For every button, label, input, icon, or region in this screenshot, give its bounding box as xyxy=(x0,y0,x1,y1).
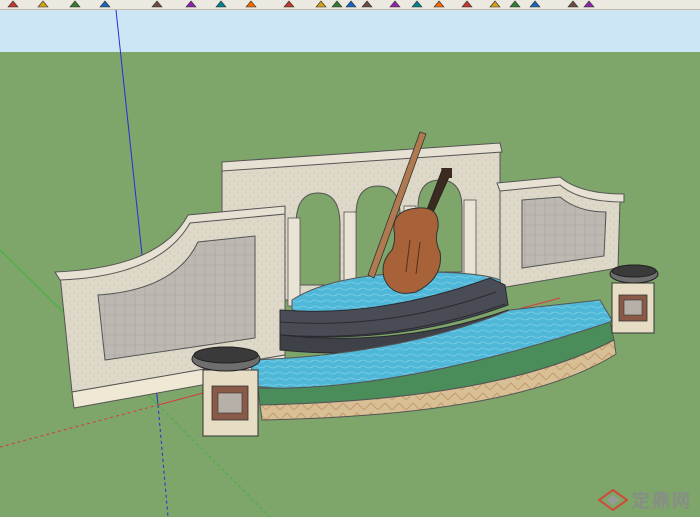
arch-1 xyxy=(295,192,341,286)
eraser-icon xyxy=(37,0,49,8)
planter-right xyxy=(609,264,659,334)
share-model-tool[interactable] xyxy=(582,0,596,8)
diamond-logo-icon xyxy=(598,489,628,511)
eraser-tool[interactable] xyxy=(36,0,50,8)
paint-bucket-icon xyxy=(185,0,197,8)
share-model-icon xyxy=(583,0,595,8)
warehouse-icon xyxy=(567,0,579,8)
push-pull-icon xyxy=(215,0,227,8)
pan-tool[interactable] xyxy=(410,0,424,8)
walk-tool[interactable] xyxy=(460,0,474,8)
watermark: 定鼎网 xyxy=(598,487,692,513)
offset-icon xyxy=(315,0,327,8)
pencil-icon xyxy=(99,0,111,8)
arrow-icon xyxy=(7,0,19,8)
watermark-text: 定鼎网 xyxy=(632,491,692,512)
pencil-tool[interactable] xyxy=(68,0,82,8)
rectangle-icon xyxy=(151,0,163,8)
dimension-tool[interactable] xyxy=(344,0,358,8)
zoom-tool[interactable] xyxy=(432,0,446,8)
orbit-icon xyxy=(389,0,401,8)
orbit-tool[interactable] xyxy=(388,0,402,8)
sky xyxy=(0,10,700,52)
look-around-tool[interactable] xyxy=(488,0,502,8)
position-camera-tool[interactable] xyxy=(508,0,522,8)
select-tool[interactable] xyxy=(6,0,20,8)
sketchup-window: 定鼎网 xyxy=(0,0,700,517)
rectangle-tool[interactable] xyxy=(150,0,164,8)
tape-measure-icon xyxy=(331,0,343,8)
push-pull-tool[interactable] xyxy=(214,0,228,8)
walk-icon xyxy=(461,0,473,8)
warehouse-tool[interactable] xyxy=(566,0,580,8)
dimension-icon xyxy=(345,0,357,8)
look-around-icon xyxy=(489,0,501,8)
text-tool[interactable] xyxy=(360,0,374,8)
section-plane-tool[interactable] xyxy=(528,0,542,8)
section-plane-icon xyxy=(529,0,541,8)
paint-bucket-tool[interactable] xyxy=(184,0,198,8)
zoom-icon xyxy=(433,0,445,8)
rotate-icon xyxy=(283,0,295,8)
rotate-tool[interactable] xyxy=(282,0,296,8)
tape-measure-tool[interactable] xyxy=(330,0,344,8)
scene-canvas xyxy=(0,10,700,517)
move-icon xyxy=(245,0,257,8)
pan-icon xyxy=(411,0,423,8)
text-icon xyxy=(361,0,373,8)
toolbar xyxy=(0,0,700,10)
position-camera-icon xyxy=(509,0,521,8)
move-tool[interactable] xyxy=(244,0,258,8)
model-viewport[interactable]: 定鼎网 xyxy=(0,10,700,517)
pencil-icon xyxy=(69,0,81,8)
pencil-tool-2[interactable] xyxy=(98,0,112,8)
offset-tool[interactable] xyxy=(314,0,328,8)
